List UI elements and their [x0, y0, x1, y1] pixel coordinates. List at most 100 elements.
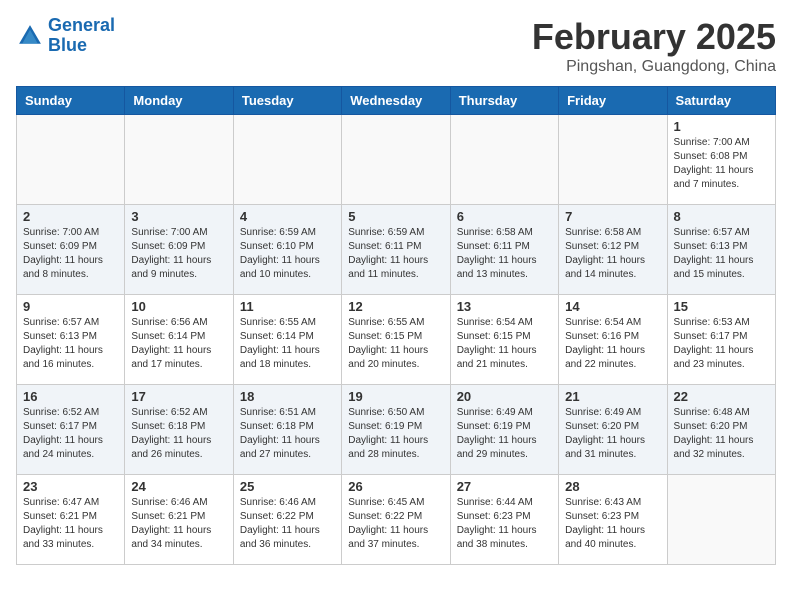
day-info: Sunrise: 6:58 AM Sunset: 6:12 PM Dayligh…: [565, 226, 660, 282]
calendar-day-cell: [17, 115, 125, 205]
day-number: 27: [457, 479, 552, 494]
calendar-header-thursday: Thursday: [450, 87, 558, 115]
calendar-day-cell: 19 Sunrise: 6:50 AM Sunset: 6:19 PM Dayli…: [342, 385, 450, 475]
calendar-day-cell: [125, 115, 233, 205]
calendar-header-row: SundayMondayTuesdayWednesdayThursdayFrid…: [17, 87, 776, 115]
day-info: Sunrise: 6:52 AM Sunset: 6:18 PM Dayligh…: [131, 406, 226, 462]
calendar-day-cell: 21 Sunrise: 6:49 AM Sunset: 6:20 PM Dayli…: [559, 385, 667, 475]
day-number: 25: [240, 479, 335, 494]
calendar-header-wednesday: Wednesday: [342, 87, 450, 115]
day-number: 12: [348, 299, 443, 314]
calendar-day-cell: [559, 115, 667, 205]
calendar-table: SundayMondayTuesdayWednesdayThursdayFrid…: [16, 86, 776, 565]
calendar-week-row: 9 Sunrise: 6:57 AM Sunset: 6:13 PM Daylig…: [17, 295, 776, 385]
calendar-day-cell: [450, 115, 558, 205]
day-number: 9: [23, 299, 118, 314]
day-number: 19: [348, 389, 443, 404]
day-info: Sunrise: 6:46 AM Sunset: 6:21 PM Dayligh…: [131, 496, 226, 552]
calendar-day-cell: 26 Sunrise: 6:45 AM Sunset: 6:22 PM Dayli…: [342, 475, 450, 565]
calendar-day-cell: 9 Sunrise: 6:57 AM Sunset: 6:13 PM Daylig…: [17, 295, 125, 385]
calendar-day-cell: 28Sunrise: 6:43 AM Sunset: 6:23 PM Dayli…: [559, 475, 667, 565]
main-title: February 2025: [532, 16, 776, 58]
day-info: Sunrise: 7:00 AM Sunset: 6:09 PM Dayligh…: [23, 226, 118, 282]
calendar-day-cell: 24 Sunrise: 6:46 AM Sunset: 6:21 PM Dayli…: [125, 475, 233, 565]
calendar-week-row: 23 Sunrise: 6:47 AM Sunset: 6:21 PM Dayli…: [17, 475, 776, 565]
title-area: February 2025 Pingshan, Guangdong, China: [532, 16, 776, 76]
day-number: 26: [348, 479, 443, 494]
calendar-day-cell: 12Sunrise: 6:55 AM Sunset: 6:15 PM Dayli…: [342, 295, 450, 385]
day-number: 14: [565, 299, 660, 314]
logo-icon: [16, 22, 44, 50]
day-info: Sunrise: 6:57 AM Sunset: 6:13 PM Dayligh…: [23, 316, 118, 372]
day-info: Sunrise: 6:55 AM Sunset: 6:14 PM Dayligh…: [240, 316, 335, 372]
calendar-day-cell: 16Sunrise: 6:52 AM Sunset: 6:17 PM Dayli…: [17, 385, 125, 475]
day-info: Sunrise: 6:49 AM Sunset: 6:19 PM Dayligh…: [457, 406, 552, 462]
day-number: 7: [565, 209, 660, 224]
logo-general: General: [48, 15, 115, 35]
calendar-day-cell: 6 Sunrise: 6:58 AM Sunset: 6:11 PM Daylig…: [450, 205, 558, 295]
day-info: Sunrise: 6:59 AM Sunset: 6:10 PM Dayligh…: [240, 226, 335, 282]
day-info: Sunrise: 6:50 AM Sunset: 6:19 PM Dayligh…: [348, 406, 443, 462]
day-info: Sunrise: 6:47 AM Sunset: 6:21 PM Dayligh…: [23, 496, 118, 552]
calendar-day-cell: 22Sunrise: 6:48 AM Sunset: 6:20 PM Dayli…: [667, 385, 775, 475]
calendar-day-cell: 25 Sunrise: 6:46 AM Sunset: 6:22 PM Dayli…: [233, 475, 341, 565]
day-info: Sunrise: 7:00 AM Sunset: 6:08 PM Dayligh…: [674, 136, 769, 192]
day-number: 2: [23, 209, 118, 224]
day-info: Sunrise: 6:51 AM Sunset: 6:18 PM Dayligh…: [240, 406, 335, 462]
day-info: Sunrise: 6:44 AM Sunset: 6:23 PM Dayligh…: [457, 496, 552, 552]
calendar-header-friday: Friday: [559, 87, 667, 115]
day-info: Sunrise: 6:58 AM Sunset: 6:11 PM Dayligh…: [457, 226, 552, 282]
calendar-day-cell: [233, 115, 341, 205]
calendar-day-cell: 2 Sunrise: 7:00 AM Sunset: 6:09 PM Daylig…: [17, 205, 125, 295]
calendar-day-cell: 27 Sunrise: 6:44 AM Sunset: 6:23 PM Dayli…: [450, 475, 558, 565]
day-number: 17: [131, 389, 226, 404]
page-header: General Blue February 2025 Pingshan, Gua…: [16, 16, 776, 76]
day-number: 8: [674, 209, 769, 224]
subtitle: Pingshan, Guangdong, China: [532, 58, 776, 76]
day-info: Sunrise: 6:57 AM Sunset: 6:13 PM Dayligh…: [674, 226, 769, 282]
day-number: 18: [240, 389, 335, 404]
day-number: 21: [565, 389, 660, 404]
day-number: 3: [131, 209, 226, 224]
logo-text: General Blue: [48, 16, 115, 56]
day-info: Sunrise: 6:53 AM Sunset: 6:17 PM Dayligh…: [674, 316, 769, 372]
day-info: Sunrise: 6:54 AM Sunset: 6:15 PM Dayligh…: [457, 316, 552, 372]
day-info: Sunrise: 6:43 AM Sunset: 6:23 PM Dayligh…: [565, 496, 660, 552]
calendar-day-cell: 8 Sunrise: 6:57 AM Sunset: 6:13 PM Daylig…: [667, 205, 775, 295]
day-number: 22: [674, 389, 769, 404]
calendar-day-cell: 23 Sunrise: 6:47 AM Sunset: 6:21 PM Dayli…: [17, 475, 125, 565]
day-number: 6: [457, 209, 552, 224]
calendar-header-monday: Monday: [125, 87, 233, 115]
day-number: 1: [674, 119, 769, 134]
calendar-day-cell: 15 Sunrise: 6:53 AM Sunset: 6:17 PM Dayli…: [667, 295, 775, 385]
day-info: Sunrise: 6:46 AM Sunset: 6:22 PM Dayligh…: [240, 496, 335, 552]
calendar-week-row: 1 Sunrise: 7:00 AM Sunset: 6:08 PM Daylig…: [17, 115, 776, 205]
day-number: 20: [457, 389, 552, 404]
day-number: 24: [131, 479, 226, 494]
day-number: 13: [457, 299, 552, 314]
calendar-day-cell: 18 Sunrise: 6:51 AM Sunset: 6:18 PM Dayli…: [233, 385, 341, 475]
calendar-day-cell: 13 Sunrise: 6:54 AM Sunset: 6:15 PM Dayli…: [450, 295, 558, 385]
day-number: 4: [240, 209, 335, 224]
calendar-week-row: 2 Sunrise: 7:00 AM Sunset: 6:09 PM Daylig…: [17, 205, 776, 295]
logo-blue: Blue: [48, 35, 87, 55]
calendar-header-sunday: Sunday: [17, 87, 125, 115]
logo: General Blue: [16, 16, 115, 56]
calendar-week-row: 16Sunrise: 6:52 AM Sunset: 6:17 PM Dayli…: [17, 385, 776, 475]
day-number: 10: [131, 299, 226, 314]
day-info: Sunrise: 6:45 AM Sunset: 6:22 PM Dayligh…: [348, 496, 443, 552]
day-info: Sunrise: 6:49 AM Sunset: 6:20 PM Dayligh…: [565, 406, 660, 462]
calendar-day-cell: 14 Sunrise: 6:54 AM Sunset: 6:16 PM Dayli…: [559, 295, 667, 385]
calendar-header-tuesday: Tuesday: [233, 87, 341, 115]
calendar-day-cell: 17 Sunrise: 6:52 AM Sunset: 6:18 PM Dayli…: [125, 385, 233, 475]
calendar-day-cell: 7 Sunrise: 6:58 AM Sunset: 6:12 PM Daylig…: [559, 205, 667, 295]
calendar-header-saturday: Saturday: [667, 87, 775, 115]
calendar-day-cell: 3Sunrise: 7:00 AM Sunset: 6:09 PM Daylig…: [125, 205, 233, 295]
day-number: 11: [240, 299, 335, 314]
day-number: 5: [348, 209, 443, 224]
day-number: 23: [23, 479, 118, 494]
day-info: Sunrise: 6:54 AM Sunset: 6:16 PM Dayligh…: [565, 316, 660, 372]
calendar-day-cell: 20 Sunrise: 6:49 AM Sunset: 6:19 PM Dayli…: [450, 385, 558, 475]
calendar-day-cell: 11 Sunrise: 6:55 AM Sunset: 6:14 PM Dayli…: [233, 295, 341, 385]
day-number: 15: [674, 299, 769, 314]
